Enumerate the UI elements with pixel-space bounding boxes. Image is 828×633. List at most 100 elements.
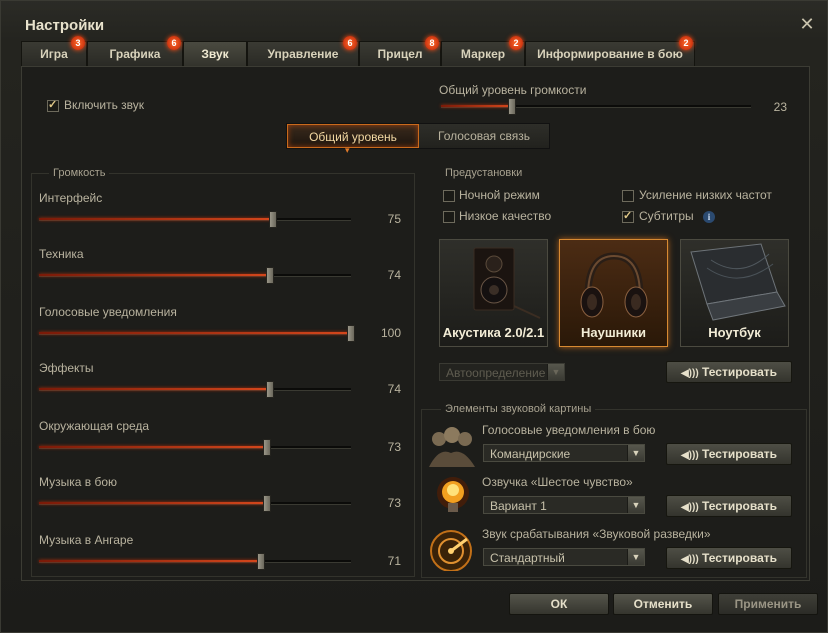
slider-thumb[interactable] (508, 98, 517, 115)
master-volume-slider[interactable] (441, 98, 751, 115)
volume-slider[interactable] (39, 381, 351, 398)
volume-slider[interactable] (39, 325, 355, 342)
tab-badge: 6 (343, 36, 357, 50)
volume-slider[interactable] (39, 553, 351, 570)
apply-button[interactable]: Применить (718, 593, 818, 615)
bass-boost-checkbox[interactable] (622, 190, 634, 202)
sound-subtabs: Общий уровень Голосовая связь (286, 123, 550, 149)
sixth-sense-label: Озвучка «Шестое чувство» (482, 475, 633, 489)
slider-fill (39, 502, 267, 504)
test-voice-button[interactable]: ◀))) Тестировать (666, 443, 792, 465)
preset-card-headphones[interactable]: Наушники (559, 239, 668, 347)
tab-label: Звук (201, 47, 229, 61)
test-sixth-sense-button[interactable]: ◀))) Тестировать (666, 495, 792, 517)
tab-graphics[interactable]: Графика 6 (87, 36, 183, 66)
slider-thumb[interactable] (262, 495, 271, 512)
crew-icon (429, 427, 475, 467)
preset-card-speakers[interactable]: Акустика 2.0/2.1 (439, 239, 548, 347)
subtitles-checkbox[interactable] (622, 209, 634, 223)
sound-recon-label: Звук срабатывания «Звуковой разведки» (482, 527, 711, 541)
sound-recon-dropdown[interactable]: Стандартный ▼ (483, 548, 645, 566)
master-volume-value: 23 (773, 100, 787, 114)
volume-slider-value: 73 (387, 440, 401, 454)
preset-card-laptop[interactable]: Ноутбук (680, 239, 789, 347)
lamp-icon (437, 477, 469, 512)
volume-slider[interactable] (39, 267, 351, 284)
chevron-down-icon: ▼ (627, 549, 644, 565)
subtab-voice-chat[interactable]: Голосовая связь (419, 124, 549, 148)
volume-slider-value: 71 (387, 554, 401, 568)
tab-sound[interactable]: Звук (183, 41, 247, 66)
night-mode-label: Ночной режим (459, 188, 540, 202)
speaker-icon: ◀))) (680, 554, 699, 565)
low-quality-checkbox[interactable] (443, 211, 455, 223)
autodetect-value: Автоопределение (446, 366, 546, 380)
volume-slider[interactable] (39, 495, 351, 512)
slider-fill (39, 446, 267, 448)
voice-notifications-label: Голосовые уведомления в бою (482, 423, 656, 437)
slider-thumb[interactable] (269, 211, 277, 228)
slider-fill (39, 332, 351, 334)
subtitles-label: Субтитры (639, 209, 694, 223)
volume-slider-label: Интерфейс (39, 191, 103, 205)
tab-sight[interactable]: Прицел 8 (359, 36, 441, 66)
volume-group (31, 173, 415, 577)
radar-icon (430, 530, 472, 571)
sound-elements-title: Элементы звуковой картины (441, 403, 596, 415)
tab-marker[interactable]: Маркер 2 (441, 36, 525, 66)
slider-thumb[interactable] (265, 381, 274, 398)
sixth-sense-dropdown[interactable]: Вариант 1 ▼ (483, 496, 645, 514)
test-preset-button[interactable]: ◀))) Тестировать (666, 361, 792, 383)
subtab-general[interactable]: Общий уровень (287, 124, 419, 148)
enable-sound-checkbox[interactable] (47, 98, 59, 112)
volume-slider-label: Окружающая среда (39, 419, 150, 433)
preset-card-label: Ноутбук (708, 325, 761, 340)
speaker-icon: ◀))) (680, 502, 699, 513)
close-icon[interactable]: ✕ (798, 15, 816, 33)
autodetect-dropdown: Автоопределение ▼ (439, 363, 565, 381)
slider-thumb[interactable] (256, 553, 265, 570)
speaker-icon: ◀))) (680, 450, 699, 461)
tab-badge: 2 (509, 36, 523, 50)
dropdown-value: Командирские (490, 447, 571, 461)
test-sound-recon-button[interactable]: ◀))) Тестировать (666, 547, 792, 569)
volume-slider[interactable] (39, 211, 351, 228)
cancel-button[interactable]: Отменить (613, 593, 713, 615)
preset-card-label: Акустика 2.0/2.1 (442, 325, 545, 340)
volume-slider-value: 74 (387, 268, 401, 282)
bass-boost-label: Усиление низких частот (639, 188, 772, 202)
tab-label: Графика (109, 47, 161, 61)
volume-slider-label: Техника (39, 247, 84, 261)
volume-slider[interactable] (39, 439, 351, 456)
slider-thumb[interactable] (347, 325, 355, 342)
tab-label: Маркер (460, 47, 506, 61)
info-icon[interactable]: i (703, 211, 715, 223)
volume-slider-label: Эффекты (39, 361, 94, 375)
ok-button[interactable]: ОК (509, 593, 609, 615)
enable-sound-label: Включить звук (64, 98, 145, 112)
tab-bar: Игра 3 Графика 6 Звук Управление 6 Прице… (21, 36, 695, 66)
test-button-label: Тестировать (702, 551, 777, 565)
tab-label: Управление (267, 47, 339, 61)
slider-fill (39, 218, 273, 220)
voice-notifications-dropdown[interactable]: Командирские ▼ (483, 444, 645, 462)
slider-fill (39, 274, 270, 276)
slider-thumb[interactable] (265, 267, 274, 284)
slider-fill (39, 388, 270, 390)
night-mode-checkbox[interactable] (443, 190, 455, 202)
dropdown-value: Вариант 1 (490, 499, 547, 513)
tab-battle-info[interactable]: Информирование в бою 2 (525, 36, 695, 66)
master-volume-label: Общий уровень громкости (439, 83, 587, 97)
tab-label: Прицел (377, 47, 423, 61)
tab-badge: 3 (71, 36, 85, 50)
slider-fill (39, 560, 261, 562)
low-quality-label: Низкое качество (459, 209, 552, 223)
volume-slider-label: Голосовые уведомления (39, 305, 177, 319)
tab-label: Игра (40, 47, 68, 61)
volume-group-title: Громкость (49, 167, 110, 179)
tab-controls[interactable]: Управление 6 (247, 36, 359, 66)
tab-game[interactable]: Игра 3 (21, 36, 87, 66)
volume-slider-value: 75 (387, 212, 401, 226)
volume-slider-label: Музыка в Ангаре (39, 533, 134, 547)
slider-thumb[interactable] (262, 439, 271, 456)
